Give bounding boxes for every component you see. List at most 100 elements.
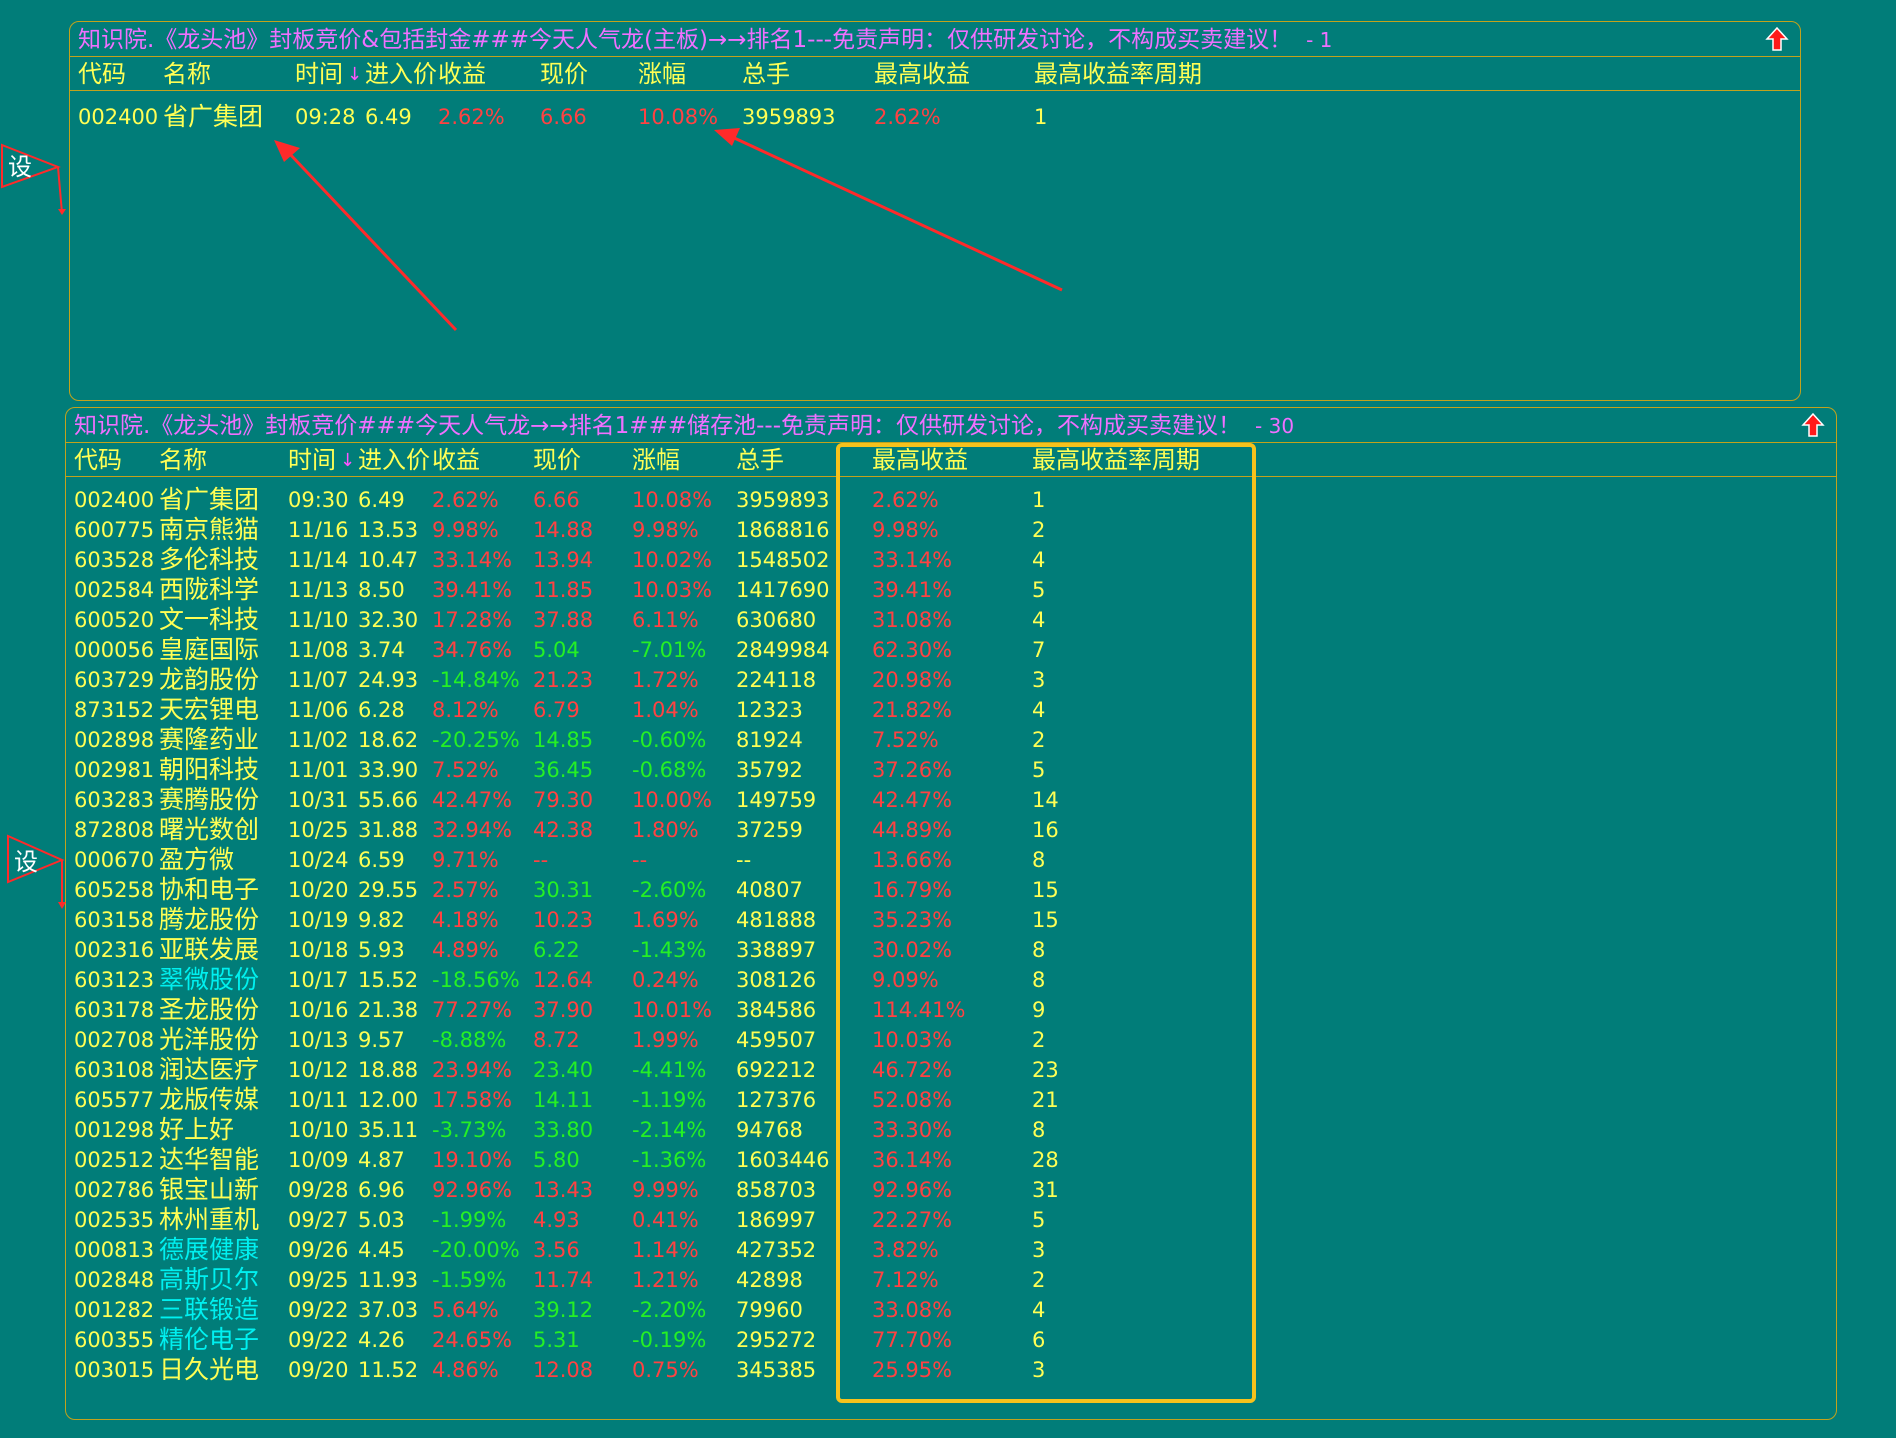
change-cell: -0.68% (632, 758, 707, 782)
time-cell: 11/10 (288, 608, 349, 632)
max-profit-cell: 2.62% (874, 105, 941, 129)
settings-marker-label: 设 (14, 848, 38, 876)
column-header[interactable]: 时间 (295, 56, 343, 92)
price-cell: -- (533, 848, 549, 872)
column-header[interactable]: 总手 (736, 442, 784, 478)
code-cell: 001298 (74, 1118, 155, 1142)
code-cell: 603178 (74, 998, 155, 1022)
entry-price-cell: 18.62 (358, 728, 419, 752)
time-cell: 10/24 (288, 848, 349, 872)
volume-cell: 3959893 (736, 488, 830, 512)
price-cell: 14.11 (533, 1088, 594, 1112)
column-header[interactable]: 涨幅 (632, 442, 680, 478)
change-cell: 0.75% (632, 1358, 699, 1382)
change-cell: -2.14% (632, 1118, 707, 1142)
name-cell: 三联锻造 (159, 1295, 260, 1324)
time-cell: 10/12 (288, 1058, 349, 1082)
code-cell: 603108 (74, 1058, 155, 1082)
code-cell: 002535 (74, 1208, 155, 1232)
code-cell: 000056 (74, 638, 155, 662)
price-cell: 33.80 (533, 1118, 594, 1142)
column-header[interactable]: 代码 (74, 442, 122, 478)
code-cell: 600520 (74, 608, 155, 632)
table-row[interactable]: 002400 省广集团 09:28 6.49 2.62% 6.66 10.08% 395989… (70, 102, 1800, 132)
highlight-box (836, 443, 1256, 1403)
profit-cell: 32.94% (432, 818, 513, 842)
entry-price-cell: 6.59 (358, 848, 405, 872)
price-cell: 37.90 (533, 998, 594, 1022)
code-cell: 600355 (74, 1328, 155, 1352)
column-header[interactable]: 进入价 (365, 56, 437, 92)
column-header[interactable]: 总手 (742, 56, 790, 92)
code-cell: 002981 (74, 758, 155, 782)
profit-cell: 4.18% (432, 908, 499, 932)
change-cell: 10.01% (632, 998, 713, 1022)
column-header[interactable]: 名称 (163, 56, 211, 92)
volume-cell: 345385 (736, 1358, 817, 1382)
price-cell: 21.23 (533, 668, 594, 692)
price-cell: 13.43 (533, 1178, 594, 1202)
profit-cell: -14.84% (432, 668, 520, 692)
entry-price-cell: 5.03 (358, 1208, 405, 1232)
time-cell: 11/06 (288, 698, 349, 722)
column-header[interactable]: 名称 (159, 442, 207, 478)
profit-cell: -1.59% (432, 1268, 507, 1292)
column-header[interactable]: 进入价 (358, 442, 430, 478)
code-cell: 000813 (74, 1238, 155, 1262)
entry-price-cell: 8.50 (358, 578, 405, 602)
column-header[interactable]: 最高收益 (874, 56, 970, 92)
name-cell: 文一科技 (159, 605, 260, 634)
time-cell: 09/25 (288, 1268, 349, 1292)
code-cell: 001282 (74, 1298, 155, 1322)
name-cell: 西陇科学 (159, 575, 260, 604)
change-cell: 6.11% (632, 608, 699, 632)
code-cell: 002400 (78, 105, 159, 129)
up-arrow-icon[interactable] (1800, 412, 1826, 438)
time-cell: 09/22 (288, 1328, 349, 1352)
row-count: - 30 (1255, 414, 1295, 438)
settings-marker-icon[interactable]: 设 (0, 135, 70, 215)
entry-price-cell: 35.11 (358, 1118, 419, 1142)
time-cell: 11/01 (288, 758, 349, 782)
change-cell: 1.14% (632, 1238, 699, 1262)
name-cell: 皇庭国际 (159, 635, 260, 664)
entry-price-cell: 9.82 (358, 908, 405, 932)
time-cell: 10/31 (288, 788, 349, 812)
column-header[interactable]: 收益 (438, 56, 486, 92)
change-cell: 1.69% (632, 908, 699, 932)
entry-price-cell: 4.26 (358, 1328, 405, 1352)
name-cell: 协和电子 (159, 875, 260, 904)
volume-cell: 481888 (736, 908, 817, 932)
entry-price-cell: 18.88 (358, 1058, 419, 1082)
period-cell: 1 (1034, 105, 1048, 129)
volume-cell: 37259 (736, 818, 803, 842)
price-cell: 6.22 (533, 938, 580, 962)
name-cell: 好上好 (159, 1115, 235, 1144)
name-cell: 多伦科技 (159, 545, 260, 574)
column-header[interactable]: 代码 (78, 56, 126, 92)
column-header[interactable]: 时间 (288, 442, 336, 478)
column-header[interactable]: 最高收益率周期 (1034, 56, 1202, 92)
entry-price-cell: 3.74 (358, 638, 405, 662)
price-cell: 5.80 (533, 1148, 580, 1172)
time-cell: 10/18 (288, 938, 349, 962)
column-header[interactable]: 现价 (540, 56, 588, 92)
name-cell: 天宏锂电 (159, 695, 260, 724)
profit-cell: 9.98% (432, 518, 499, 542)
volume-cell: 2849984 (736, 638, 830, 662)
settings-marker-icon[interactable]: 设 (0, 830, 70, 910)
change-cell: 1.99% (632, 1028, 699, 1052)
up-arrow-icon[interactable] (1764, 26, 1790, 52)
column-header[interactable]: 涨幅 (638, 56, 686, 92)
name-cell: 赛隆药业 (159, 725, 260, 754)
entry-price-cell: 5.93 (358, 938, 405, 962)
profit-cell: 2.57% (432, 878, 499, 902)
volume-cell: 384586 (736, 998, 817, 1022)
name-cell: 南京熊猫 (159, 515, 260, 544)
column-header[interactable]: 现价 (533, 442, 581, 478)
profit-cell: 19.10% (432, 1148, 513, 1172)
time-cell: 09:28 (295, 105, 356, 129)
column-header[interactable]: 收益 (432, 442, 480, 478)
entry-price-cell: 37.03 (358, 1298, 419, 1322)
time-cell: 10/20 (288, 878, 349, 902)
